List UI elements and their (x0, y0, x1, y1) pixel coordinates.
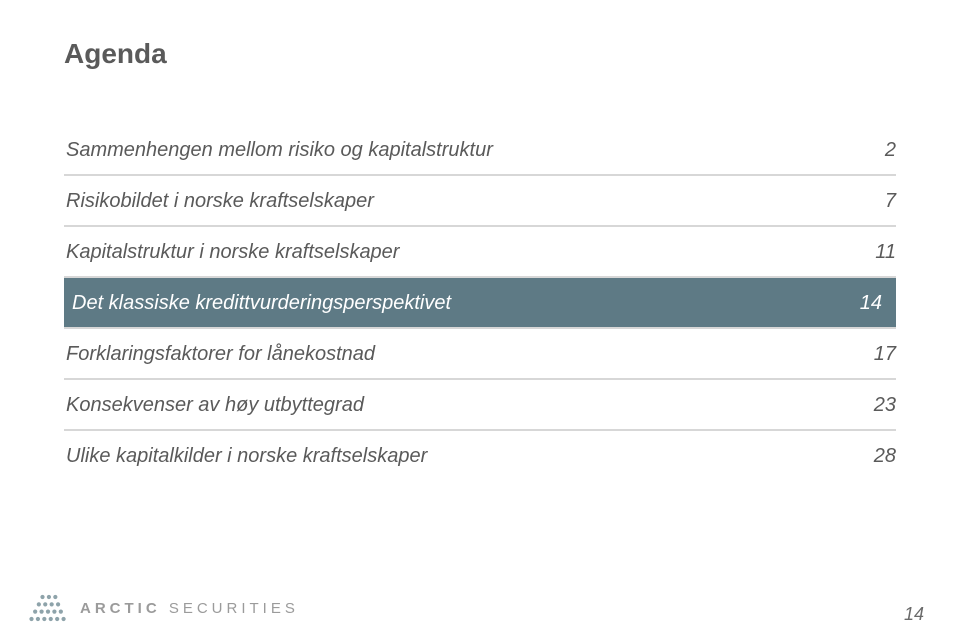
toc-row: Sammenhengen mellom risiko og kapitalstr… (64, 125, 896, 175)
toc-item-label: Kapitalstruktur i norske kraftselskaper (64, 226, 816, 277)
toc-item-page: 14 (816, 277, 896, 328)
toc-item-label: Forklaringsfaktorer for lånekostnad (64, 328, 816, 379)
toc-item-page: 23 (816, 379, 896, 430)
toc-item-page: 28 (816, 430, 896, 480)
toc-item-label: Risikobildet i norske kraftselskaper (64, 175, 816, 226)
brand-logo-icon (26, 591, 70, 625)
brand-name: ARCTIC SECURITIES (80, 600, 299, 617)
toc-item-label: Ulike kapitalkilder i norske kraftselska… (64, 430, 816, 480)
toc-row: Risikobildet i norske kraftselskaper 7 (64, 175, 896, 226)
toc-item-page: 11 (816, 226, 896, 277)
page-number: 14 (904, 604, 924, 625)
brand-footer: ARCTIC SECURITIES (26, 591, 299, 625)
toc-row: Konsekvenser av høy utbyttegrad 23 (64, 379, 896, 430)
toc-item-label: Det klassiske kredittvurderingsperspekti… (64, 277, 816, 328)
toc-row: Forklaringsfaktorer for lånekostnad 17 (64, 328, 896, 379)
page-title: Agenda (64, 38, 896, 70)
toc-item-page: 17 (816, 328, 896, 379)
toc-row-active: Det klassiske kredittvurderingsperspekti… (64, 277, 896, 328)
toc-row: Ulike kapitalkilder i norske kraftselska… (64, 430, 896, 480)
toc-item-page: 7 (816, 175, 896, 226)
toc-item-page: 2 (816, 125, 896, 175)
toc-table: Sammenhengen mellom risiko og kapitalstr… (64, 125, 896, 480)
toc-row: Kapitalstruktur i norske kraftselskaper … (64, 226, 896, 277)
toc-item-label: Konsekvenser av høy utbyttegrad (64, 379, 816, 430)
toc-item-label: Sammenhengen mellom risiko og kapitalstr… (64, 125, 816, 175)
